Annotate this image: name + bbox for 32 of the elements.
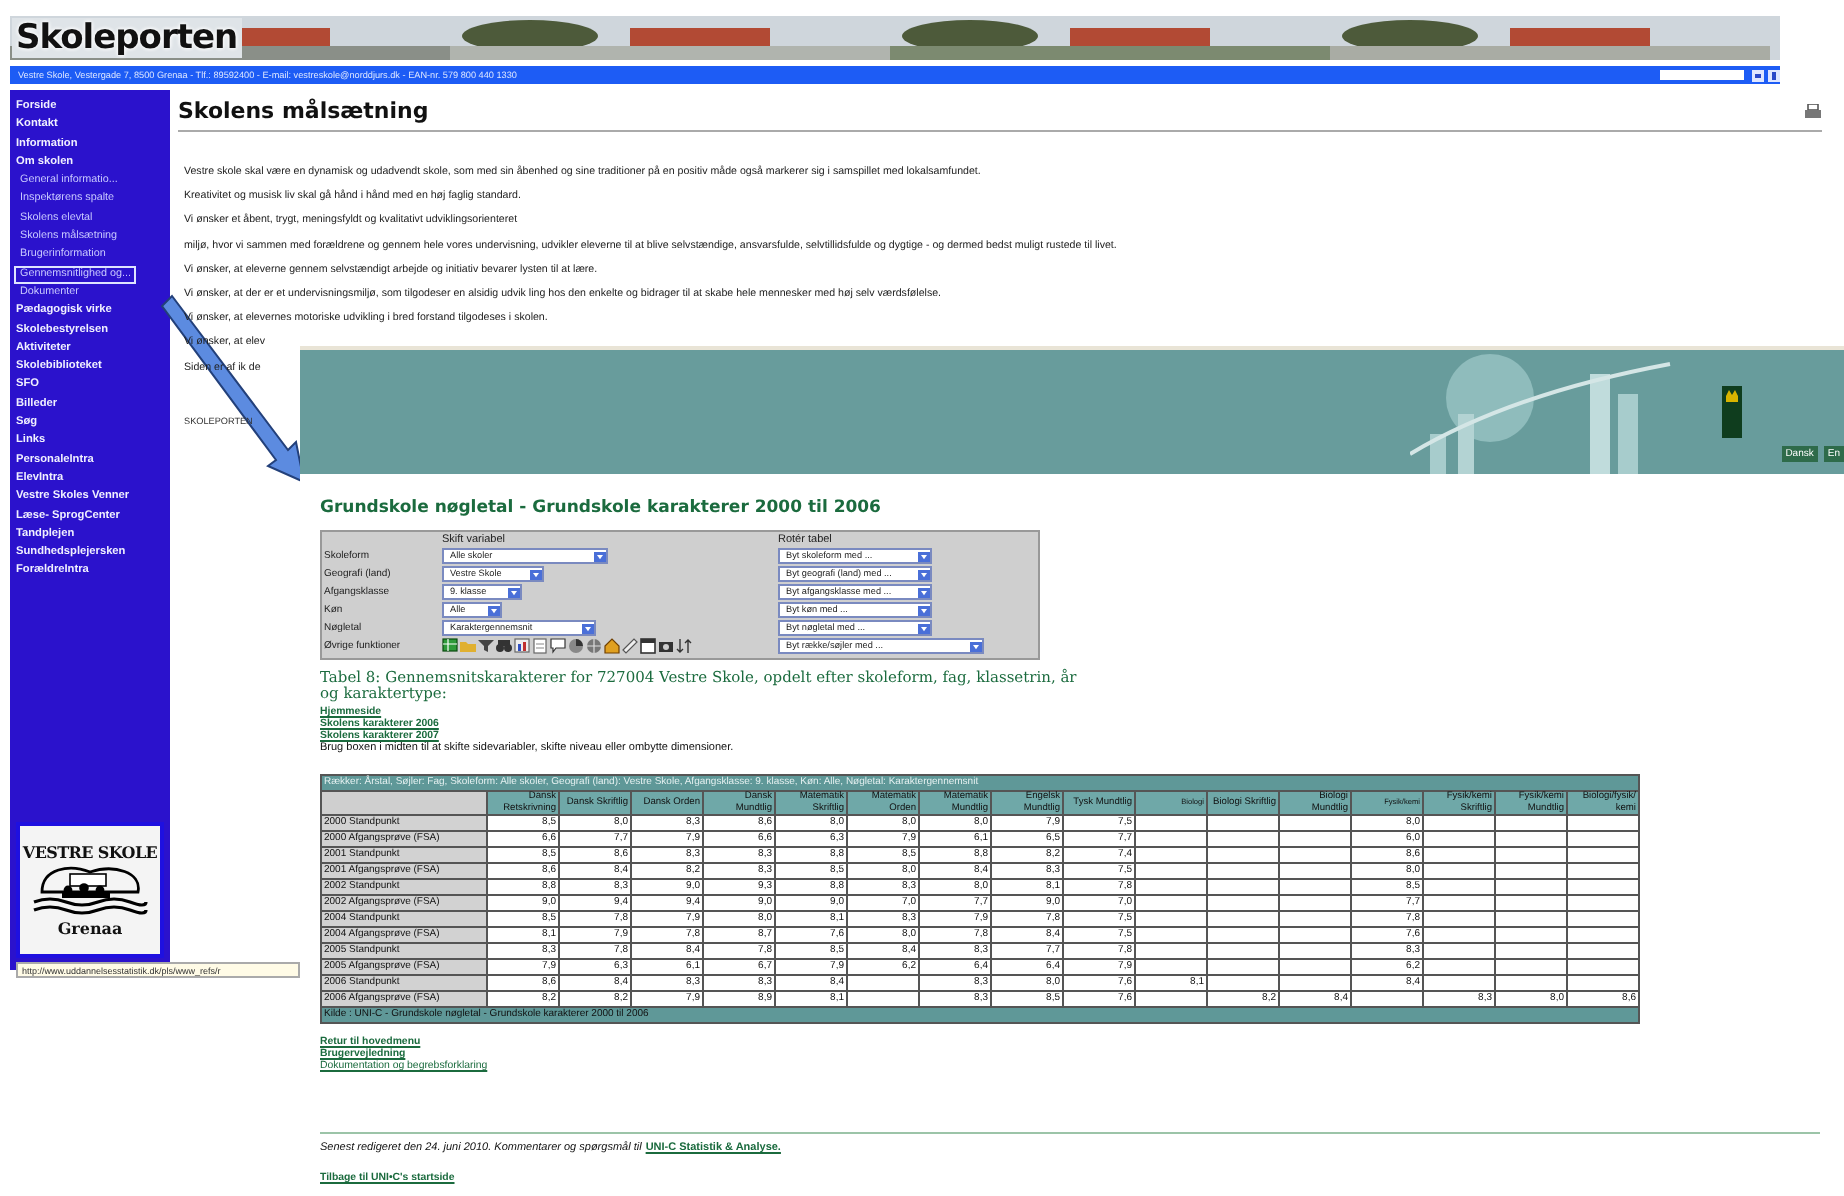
- pie-icon[interactable]: [568, 638, 584, 654]
- caret-icon: [594, 551, 606, 561]
- speech-icon[interactable]: [550, 638, 566, 654]
- logo-text: Grenaa: [57, 918, 123, 938]
- caret-icon: [918, 587, 930, 597]
- site-logo[interactable]: Skoleporten: [12, 18, 242, 58]
- caret-icon: [970, 641, 982, 651]
- page-title: Skolens målsætning: [178, 98, 429, 124]
- report-title: Grundskole nøgletal - Grundskole karakterer 2000 til 2006: [320, 498, 883, 518]
- crest-icon: [1721, 386, 1742, 438]
- caret-icon: [918, 551, 930, 561]
- window-icon[interactable]: [640, 638, 656, 654]
- camera-icon[interactable]: [658, 638, 674, 654]
- sheet-icon[interactable]: [532, 638, 548, 654]
- caret-icon: [918, 569, 930, 579]
- sort-icon[interactable]: [676, 638, 692, 654]
- table-icon[interactable]: [442, 638, 458, 654]
- search-field[interactable]: [1660, 70, 1744, 80]
- caret-icon: [918, 605, 930, 615]
- school-children-drawing: [30, 864, 150, 916]
- caret-icon: [918, 623, 930, 633]
- toolbar-icon[interactable]: [1752, 69, 1780, 81]
- print-icon[interactable]: [1804, 103, 1822, 119]
- caret-icon: [582, 623, 594, 633]
- caret-icon: [488, 605, 500, 615]
- logo-text: VESTRE SKOLE: [22, 842, 158, 862]
- ruler-icon[interactable]: [622, 638, 638, 654]
- binoculars-icon[interactable]: [496, 638, 512, 654]
- caret-icon: [530, 569, 542, 579]
- caret-icon: [508, 587, 520, 597]
- chart-icon[interactable]: [514, 638, 530, 654]
- house-icon[interactable]: [604, 638, 620, 654]
